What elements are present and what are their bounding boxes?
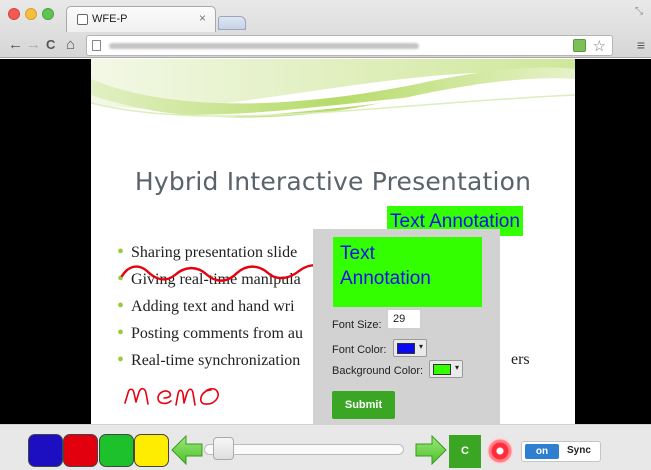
address-bar[interactable]: ☆ [86, 35, 613, 56]
page-icon [92, 40, 101, 51]
blurred-url [109, 43, 419, 49]
browser-toolbar: ← → C ⌂ ☆ ≡ [0, 33, 651, 58]
pen-color-green-button[interactable] [99, 434, 134, 467]
font-color-picker[interactable]: ▾ [393, 339, 427, 357]
bullet-item: Adding text and hand wri [117, 292, 303, 319]
browser-menu-icon[interactable]: ≡ [637, 37, 645, 53]
page-viewport: Hybrid Interactive Presentation Sharing … [0, 59, 651, 424]
submit-button[interactable]: Submit [332, 391, 395, 419]
chevron-down-icon: ▾ [418, 342, 423, 351]
font-size-input[interactable]: 29 [387, 309, 421, 329]
background-color-swatch [433, 364, 451, 375]
slide-progress-track[interactable] [204, 444, 404, 455]
bullet-item: Posting comments from au [117, 319, 303, 346]
pen-color-blue-button[interactable] [28, 434, 63, 467]
fullscreen-icon[interactable]: ⤡ [635, 6, 643, 17]
font-color-label: Font Color: [332, 344, 387, 356]
new-tab-button[interactable] [218, 16, 246, 30]
sync-toggle[interactable]: on Sync [521, 441, 601, 462]
bullet-list: Sharing presentation slide Giving real-t… [117, 238, 303, 373]
bullet-item: Sharing presentation slide [117, 238, 303, 265]
tab-close-icon[interactable]: × [199, 11, 206, 25]
chevron-down-icon: ▾ [454, 363, 459, 372]
pen-color-red-button[interactable] [63, 434, 98, 467]
font-color-swatch [397, 343, 415, 354]
browser-tab[interactable]: WFE-P × [66, 6, 216, 32]
background-color-label: Background Color: [332, 365, 424, 377]
pen-color-yellow-button[interactable] [134, 434, 169, 467]
slide-title: Hybrid Interactive Presentation [134, 167, 532, 196]
page-favicon-icon [77, 14, 88, 25]
bullet-item: Giving real-time manipula [117, 265, 303, 292]
forward-arrow-icon[interactable]: → [26, 36, 41, 54]
bookmark-star-icon[interactable]: ☆ [593, 37, 606, 55]
browser-chrome: WFE-P × ⤡ ← → C ⌂ ☆ ≡ [0, 0, 651, 58]
reload-icon[interactable]: C [46, 36, 55, 54]
record-icon[interactable] [487, 438, 513, 464]
next-slide-arrow-icon[interactable] [415, 435, 447, 465]
control-bar: C on Sync [0, 424, 651, 470]
header-swoosh-graphic [91, 59, 575, 118]
sync-label: Sync [567, 445, 591, 456]
annotation-popup: Text Annotation Font Size: 29 Font Color… [313, 229, 500, 424]
font-size-label: Font Size: [332, 319, 382, 331]
extension-icon[interactable] [573, 39, 586, 52]
maximize-window-button[interactable] [42, 8, 54, 20]
preview-line-2: Annotation [340, 268, 431, 289]
sync-toggle-state: on [525, 444, 559, 459]
memo-handwriting: memo [124, 387, 219, 406]
tab-title: WFE-P [92, 13, 128, 25]
background-color-picker[interactable]: ▾ [429, 360, 463, 378]
annotation-preview: Text Annotation [333, 237, 482, 307]
home-icon[interactable]: ⌂ [66, 36, 75, 54]
previous-slide-arrow-icon[interactable] [171, 435, 203, 465]
minimize-window-button[interactable] [25, 8, 37, 20]
close-window-button[interactable] [8, 8, 20, 20]
back-arrow-icon[interactable]: ← [8, 36, 23, 54]
clear-button[interactable]: C [449, 435, 481, 468]
bullet-item: Real-time synchronization [117, 346, 303, 373]
bullet-trailing-text: ers [511, 351, 530, 368]
slide-progress-thumb[interactable] [212, 437, 234, 460]
preview-line-1: Text [340, 243, 375, 264]
